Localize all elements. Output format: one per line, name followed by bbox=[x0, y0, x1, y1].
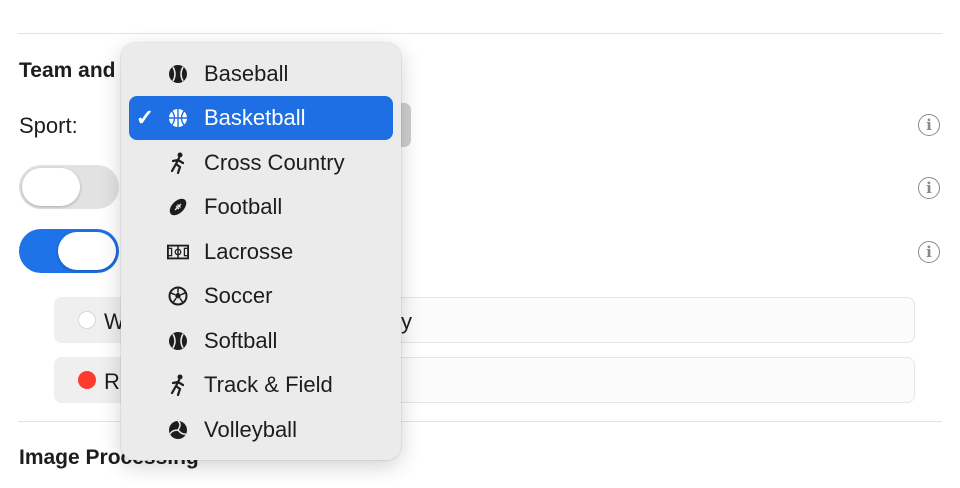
sport-label: Sport: bbox=[19, 113, 78, 138]
menu-item-soccer[interactable]: Soccer bbox=[129, 274, 393, 318]
soccer-ball-icon bbox=[167, 285, 189, 307]
menu-item-label: Track & Field bbox=[204, 372, 333, 397]
info-icon[interactable]: i bbox=[918, 241, 940, 263]
checkmark-icon: ✓ bbox=[135, 105, 155, 130]
menu-item-label: Lacrosse bbox=[204, 239, 294, 264]
menu-item-label: Cross Country bbox=[204, 150, 345, 175]
menu-item-label: Football bbox=[204, 194, 283, 219]
menu-item-cross-country[interactable]: Cross Country bbox=[129, 141, 393, 185]
toggle-knob bbox=[22, 168, 80, 206]
sport-dropdown-menu: Baseball ✓ Basketball Cross Country Foot… bbox=[121, 43, 401, 460]
menu-item-volleyball[interactable]: Volleyball bbox=[129, 408, 393, 452]
menu-item-basketball[interactable]: ✓ Basketball bbox=[129, 96, 393, 140]
runner-icon bbox=[167, 374, 189, 396]
top-divider bbox=[18, 33, 942, 34]
toggle-switch-1[interactable] bbox=[19, 165, 119, 209]
menu-item-lacrosse[interactable]: Lacrosse bbox=[129, 230, 393, 274]
menu-item-track-field[interactable]: Track & Field bbox=[129, 363, 393, 407]
color-segment-text: R bbox=[104, 369, 120, 394]
menu-item-label: Softball bbox=[204, 328, 278, 353]
softball-icon bbox=[167, 330, 189, 352]
info-icon[interactable]: i bbox=[918, 114, 940, 136]
menu-item-label: Basketball bbox=[204, 105, 306, 130]
color-dot bbox=[78, 371, 96, 389]
volleyball-icon bbox=[167, 419, 189, 441]
toggle-knob bbox=[58, 232, 116, 270]
menu-item-softball[interactable]: Softball bbox=[129, 319, 393, 363]
section-title-team: Team and bbox=[19, 59, 116, 82]
color-segment-1[interactable]: W bbox=[54, 297, 125, 343]
info-icon[interactable]: i bbox=[918, 177, 940, 199]
field-icon bbox=[167, 241, 189, 263]
color-segment-2[interactable]: R bbox=[54, 357, 124, 403]
menu-item-baseball[interactable]: Baseball bbox=[129, 52, 393, 96]
field-text-tail: y bbox=[401, 309, 412, 334]
menu-item-label: Volleyball bbox=[204, 417, 297, 442]
menu-item-label: Baseball bbox=[204, 61, 289, 86]
football-icon bbox=[167, 196, 189, 218]
menu-item-label: Soccer bbox=[204, 283, 273, 308]
color-dot bbox=[78, 311, 96, 329]
basketball-icon bbox=[167, 107, 189, 129]
toggle-switch-2[interactable] bbox=[19, 229, 119, 273]
menu-item-football[interactable]: Football bbox=[129, 185, 393, 229]
baseball-icon bbox=[167, 63, 189, 85]
runner-icon bbox=[167, 152, 189, 174]
